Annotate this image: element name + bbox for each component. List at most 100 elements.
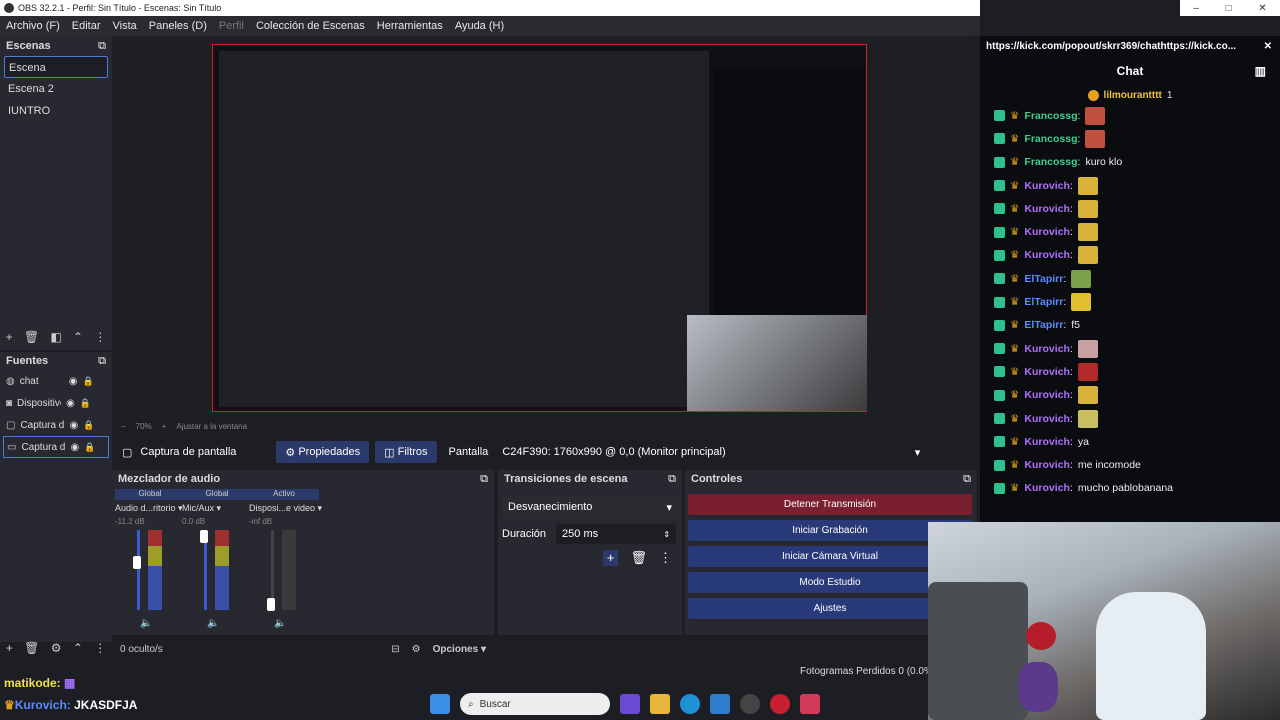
more-button[interactable]: ⋮ bbox=[94, 641, 106, 655]
source-item[interactable]: ▢ Captura d ◉ 🔒 bbox=[0, 414, 112, 436]
minimize-button[interactable]: – bbox=[1193, 3, 1199, 14]
zoom-out-button[interactable]: − bbox=[121, 422, 126, 431]
lock-icon[interactable]: 🔒 bbox=[82, 376, 93, 387]
mute-speaker-icon[interactable]: 🔈 bbox=[207, 618, 219, 629]
lock-icon[interactable]: 🔒 bbox=[80, 398, 91, 409]
menu-item[interactable]: Editar bbox=[66, 20, 107, 32]
widgets-icon[interactable] bbox=[620, 694, 640, 714]
menu-item[interactable]: Colección de Escenas bbox=[250, 20, 371, 32]
visibility-eye-icon[interactable]: ◉ bbox=[66, 398, 75, 409]
chat-username[interactable]: Kurovich bbox=[1024, 366, 1070, 378]
add-scene-button[interactable]: + bbox=[6, 330, 13, 344]
channel-name[interactable]: Disposi...e video ▾ bbox=[249, 503, 322, 514]
chat-username[interactable]: Kurovich bbox=[1024, 389, 1070, 401]
scene-item[interactable]: Escena 2 bbox=[0, 78, 112, 100]
chat-username[interactable]: Kurovich bbox=[1024, 459, 1070, 471]
chat-username[interactable]: Francossg bbox=[1024, 133, 1077, 145]
scene-item[interactable]: IUNTRO bbox=[0, 100, 112, 122]
start-icon[interactable] bbox=[430, 694, 450, 714]
fit-window-select[interactable]: Ajustar a la ventana bbox=[176, 422, 247, 431]
plush-purple-shape bbox=[1018, 662, 1058, 712]
chat-username[interactable]: ElTapirr bbox=[1024, 296, 1063, 308]
chat-username[interactable]: ElTapirr bbox=[1024, 273, 1063, 285]
undock-icon[interactable]: ⧉ bbox=[963, 473, 971, 486]
app-icon[interactable] bbox=[800, 694, 820, 714]
add-transition-button[interactable]: + bbox=[602, 550, 619, 566]
channel-name[interactable]: Audio d...ritorio ▾ bbox=[115, 503, 185, 514]
menu-item[interactable]: Vista bbox=[107, 20, 143, 32]
mute-speaker-icon[interactable]: 🔈 bbox=[274, 618, 286, 629]
chat-username[interactable]: Francossg bbox=[1024, 110, 1077, 122]
source-item[interactable]: ◙ Dispositivo ◉ 🔒 bbox=[0, 392, 112, 414]
mixer-options-button[interactable]: Opciones ▾ bbox=[433, 644, 486, 655]
visibility-eye-icon[interactable]: ◉ bbox=[70, 442, 79, 453]
advanced-audio-icon[interactable]: ⚙ bbox=[412, 644, 421, 655]
remove-scene-button[interactable]: 🗑 bbox=[24, 330, 39, 344]
transition-more-button[interactable]: ⋮ bbox=[659, 550, 672, 566]
close-icon[interactable]: ✕ bbox=[1264, 41, 1272, 52]
fader-knob[interactable] bbox=[133, 556, 141, 569]
preview-area[interactable] bbox=[115, 36, 965, 420]
maximize-button[interactable]: □ bbox=[1226, 3, 1232, 14]
undock-icon[interactable]: ⧉ bbox=[480, 473, 488, 486]
menu-item[interactable]: Paneles (D) bbox=[143, 20, 213, 32]
add-source-button[interactable]: + bbox=[6, 641, 13, 655]
chat-username[interactable]: Kurovich bbox=[1024, 482, 1070, 494]
store-icon[interactable] bbox=[710, 694, 730, 714]
layout-icon[interactable]: ⊟ bbox=[391, 644, 399, 655]
volume-fader[interactable] bbox=[137, 530, 140, 610]
fader-knob[interactable] bbox=[267, 598, 275, 611]
duration-input[interactable]: 250 ms ⇕ bbox=[556, 524, 677, 544]
file-explorer-icon[interactable] bbox=[650, 694, 670, 714]
fader-knob[interactable] bbox=[200, 530, 208, 543]
chat-username[interactable]: Francossg bbox=[1024, 156, 1077, 168]
move-up-button[interactable]: ⌃ bbox=[73, 641, 83, 655]
properties-button[interactable]: ⚙ Propiedades bbox=[276, 441, 370, 463]
scene-item[interactable]: Escena bbox=[4, 56, 108, 78]
monitor-mode[interactable]: Global bbox=[182, 489, 252, 500]
app-icon[interactable] bbox=[770, 694, 790, 714]
scene-filter-button[interactable]: ◧ bbox=[50, 330, 61, 344]
chat-username[interactable]: Kurovich bbox=[1024, 413, 1070, 425]
filters-button[interactable]: ◫ Filtros bbox=[375, 441, 437, 463]
program-canvas[interactable] bbox=[212, 44, 867, 412]
chat-users-icon[interactable]: ▥ bbox=[1255, 64, 1266, 78]
remove-source-button[interactable]: 🗑 bbox=[24, 641, 39, 655]
chat-username[interactable]: Kurovich bbox=[1024, 343, 1070, 355]
transition-select[interactable]: Desvanecimiento ▾ bbox=[502, 496, 678, 518]
monitor-mode[interactable]: Activo bbox=[249, 489, 319, 500]
chat-username[interactable]: Kurovich bbox=[1024, 203, 1070, 215]
screen-select[interactable]: C24F390: 1760x990 @ 0,0 (Monitor princip… bbox=[496, 442, 927, 462]
remove-transition-button[interactable]: 🗑 bbox=[630, 550, 647, 566]
menu-item[interactable]: Archivo (F) bbox=[0, 20, 66, 32]
lock-icon[interactable]: 🔒 bbox=[84, 442, 95, 453]
zoom-in-button[interactable]: + bbox=[162, 422, 167, 431]
source-item[interactable]: ▭ Captura d ◉ 🔒 bbox=[3, 436, 109, 458]
lock-icon[interactable]: 🔒 bbox=[83, 420, 94, 431]
chat-username[interactable]: Kurovich bbox=[1024, 249, 1070, 261]
move-up-button[interactable]: ⌃ bbox=[73, 330, 83, 344]
mute-speaker-icon[interactable]: 🔈 bbox=[140, 618, 152, 629]
menu-item[interactable]: Ayuda (H) bbox=[449, 20, 510, 32]
stop-stream-button[interactable]: Detener Transmisión bbox=[688, 494, 972, 515]
chat-username[interactable]: Kurovich bbox=[1024, 436, 1070, 448]
visibility-eye-icon[interactable]: ◉ bbox=[69, 376, 78, 387]
source-item[interactable]: ◍ chat ◉ 🔒 bbox=[0, 370, 112, 392]
undock-icon[interactable]: ⧉ bbox=[98, 355, 106, 368]
more-button[interactable]: ⋮ bbox=[94, 330, 106, 344]
source-settings-button[interactable]: ⚙ bbox=[51, 641, 62, 655]
close-button[interactable]: ✕ bbox=[1258, 3, 1266, 14]
taskbar-search[interactable]: ⌕ Buscar bbox=[460, 693, 610, 715]
undock-icon[interactable]: ⧉ bbox=[98, 40, 106, 53]
visibility-eye-icon[interactable]: ◉ bbox=[69, 420, 78, 431]
menu-item[interactable]: Perfil bbox=[213, 20, 250, 32]
chat-username[interactable]: Kurovich bbox=[1024, 226, 1070, 238]
undock-icon[interactable]: ⧉ bbox=[668, 473, 676, 486]
monitor-mode[interactable]: Global bbox=[115, 489, 185, 500]
chat-username[interactable]: ElTapirr bbox=[1024, 319, 1063, 331]
obs-icon[interactable] bbox=[740, 694, 760, 714]
edge-icon[interactable] bbox=[680, 694, 700, 714]
chat-username[interactable]: Kurovich bbox=[1024, 180, 1070, 192]
menu-item[interactable]: Herramientas bbox=[371, 20, 449, 32]
channel-name[interactable]: Mic/Aux ▾ bbox=[182, 503, 252, 514]
